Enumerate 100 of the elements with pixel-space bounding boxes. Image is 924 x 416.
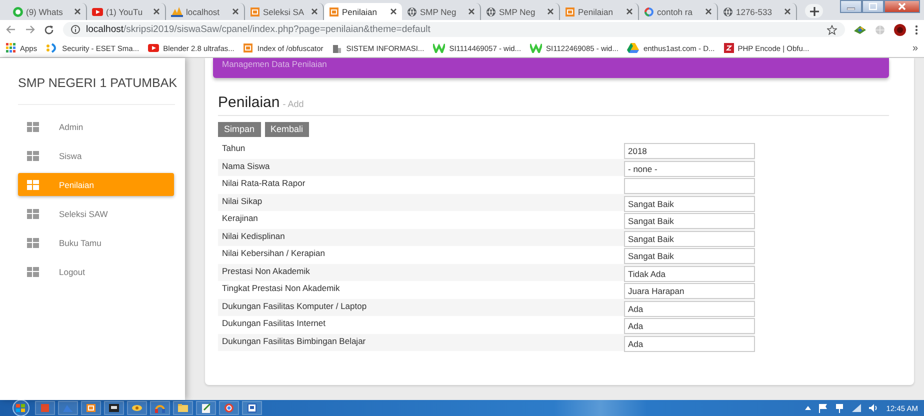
input-field[interactable]: - none - <box>624 160 755 176</box>
page-banner: Managemen Data Penilaian <box>213 58 889 78</box>
input-field[interactable]: Sangat Baik <box>624 230 755 246</box>
show-hidden-icons-icon[interactable] <box>805 406 812 410</box>
menu-icon[interactable] <box>915 24 918 34</box>
dashboard-icon <box>27 208 39 218</box>
dashboard-icon <box>27 266 39 276</box>
tab-title: SMP Neg <box>499 6 536 16</box>
apps-grid-icon <box>6 43 16 53</box>
eye-app-icon[interactable] <box>131 402 143 414</box>
tab-title: Penilaian <box>578 6 614 16</box>
mountain-logo-icon <box>171 6 183 16</box>
window-app-icon[interactable] <box>246 402 258 414</box>
new-tab-button[interactable] <box>805 4 823 18</box>
volume-icon[interactable] <box>869 404 878 412</box>
input-field[interactable]: Juara Harapan <box>624 283 755 299</box>
save-button[interactable]: Simpan <box>218 122 261 137</box>
browser-tab[interactable]: Penilaian <box>324 3 402 20</box>
globe-icon <box>486 6 496 16</box>
triangle-logo-icon <box>627 43 640 53</box>
window-app-icon[interactable] <box>108 402 120 414</box>
maximize-button[interactable] <box>862 0 884 13</box>
sidebar-item[interactable]: Logout <box>18 260 174 283</box>
page-subheading: - Add <box>282 99 304 109</box>
field-label: Nilai Kedisplinan <box>221 230 285 240</box>
field-label: Nilai Rata-Rata Rapor <box>221 177 306 188</box>
field-label: Tahun <box>221 142 246 153</box>
letter-tile-icon <box>724 43 734 53</box>
tab-title: Seleksi SA <box>263 6 306 16</box>
close-icon[interactable] <box>74 8 81 15</box>
dots-logo-icon <box>46 43 58 53</box>
sidebar-item[interactable]: Seleksi SAW <box>18 202 174 225</box>
chat-icon <box>13 6 23 16</box>
tab-title: (1) YouTu <box>106 6 144 16</box>
close-icon[interactable] <box>232 8 239 15</box>
minimize-button[interactable] <box>840 0 862 13</box>
folder-app-icon[interactable] <box>177 402 189 414</box>
back-button[interactable]: Kembali <box>264 122 310 137</box>
page-heading: Penilaian <box>218 94 280 111</box>
tab-title: (9) Whats <box>26 6 64 16</box>
tab-title: contoh ra <box>657 6 694 16</box>
ring-logo-icon <box>644 6 654 16</box>
field-label: Nilai Sikap <box>221 194 262 206</box>
close-icon[interactable] <box>705 8 712 15</box>
back-icon[interactable] <box>6 25 16 34</box>
input-field[interactable]: 2018 <box>624 143 755 159</box>
sidebar-item[interactable]: Admin <box>18 115 174 138</box>
input-field[interactable]: Tidak Ada <box>624 266 755 282</box>
close-icon[interactable] <box>311 8 318 15</box>
info-icon <box>71 25 80 34</box>
sidebar-item[interactable]: Siswa <box>18 144 174 167</box>
field-label: Tingkat Prestasi Non Akademik <box>221 282 340 293</box>
site-title: SMP NEGERI 1 PATUMBAK <box>18 58 175 105</box>
square-logo-icon <box>243 43 254 53</box>
plus-icon[interactable] <box>810 6 818 16</box>
network-icon[interactable] <box>835 404 844 412</box>
input-field[interactable]: Ada <box>624 318 755 334</box>
close-button[interactable] <box>884 0 920 13</box>
close-icon[interactable] <box>390 8 397 15</box>
avatar-icon[interactable] <box>894 24 906 36</box>
more-bookmarks-button[interactable]: » <box>912 42 918 54</box>
headset-app-icon[interactable] <box>154 402 166 414</box>
tab-title: Penilaian <box>342 6 378 16</box>
close-icon[interactable] <box>784 8 791 15</box>
globe-icon <box>407 6 417 16</box>
close-icon[interactable] <box>547 8 554 15</box>
forward-icon[interactable] <box>25 25 35 34</box>
leaf-logo-icon <box>530 43 542 53</box>
notepad-app-icon[interactable] <box>200 402 212 414</box>
field-label: Nilai Kebersihan / Kerapian <box>221 247 326 258</box>
star-icon[interactable] <box>827 24 837 34</box>
field-label: Kerajinan <box>221 212 258 223</box>
building-icon <box>332 43 342 53</box>
input-field[interactable]: Ada <box>624 300 755 316</box>
start-button[interactable] <box>10 400 32 416</box>
tab-title: 1276-533 <box>736 6 773 16</box>
input-field[interactable]: Sangat Baik <box>624 196 755 212</box>
dashboard-icon <box>27 150 39 160</box>
leaf-logo-icon <box>433 43 446 53</box>
input-field[interactable]: Ada <box>624 336 755 352</box>
address-bar[interactable]: localhost/skripsi2019/siswaSaw/cpanel/index.php?page=penilaian&theme=default <box>63 22 845 37</box>
close-icon[interactable] <box>626 8 633 15</box>
extension-icon[interactable] <box>854 25 866 34</box>
input-field[interactable] <box>624 178 755 194</box>
play-icon <box>148 44 160 52</box>
sidebar-item[interactable]: Buku Tamu <box>18 231 174 254</box>
close-icon[interactable] <box>153 8 160 15</box>
ring-logo-icon[interactable] <box>223 402 235 414</box>
square-logo-icon[interactable] <box>85 402 97 414</box>
reload-icon[interactable] <box>44 24 54 34</box>
play-icon <box>92 8 103 16</box>
dashboard-icon <box>27 180 39 190</box>
input-field[interactable]: Sangat Baik <box>624 248 755 264</box>
close-icon[interactable] <box>468 8 475 15</box>
signal-icon[interactable] <box>852 404 862 412</box>
flag-icon[interactable] <box>819 404 828 412</box>
field-label: Dukungan Fasilitas Bimbingan Belajar <box>221 334 366 346</box>
tab-title: localhost <box>186 6 221 16</box>
input-field[interactable]: Sangat Baik <box>624 213 755 229</box>
square-logo-icon <box>329 6 339 16</box>
